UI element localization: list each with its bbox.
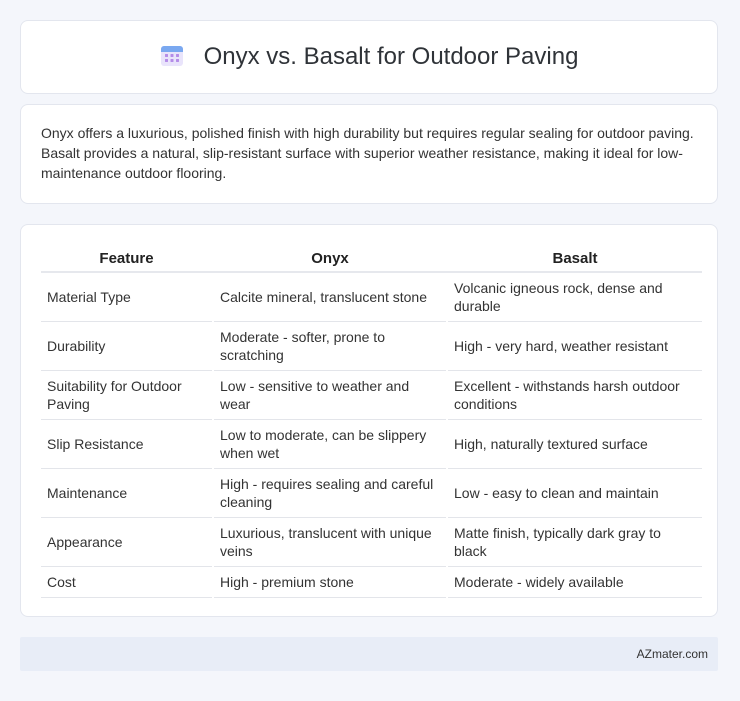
feature-cell: Appearance <box>41 517 213 567</box>
feature-cell: Suitability for Outdoor Paving <box>41 370 213 420</box>
table-row: Appearance Luxurious, translucent with u… <box>41 517 702 567</box>
comparison-table: Feature Onyx Basalt Material Type Calcit… <box>41 247 702 598</box>
table-row: Cost High - premium stone Moderate - wid… <box>41 566 702 598</box>
basalt-cell: Matte finish, typically dark gray to bla… <box>446 517 702 567</box>
footer-bar: AZmater.com <box>20 637 718 671</box>
onyx-cell: Low - sensitive to weather and wear <box>212 370 447 420</box>
summary-card: Onyx offers a luxurious, polished finish… <box>20 104 718 204</box>
table-header-row: Feature Onyx Basalt <box>41 247 702 273</box>
table-row: Material Type Calcite mineral, transluce… <box>41 272 702 322</box>
basalt-cell: Volcanic igneous rock, dense and durable <box>446 272 702 322</box>
onyx-cell: Low to moderate, can be slippery when we… <box>212 419 447 469</box>
column-header-basalt: Basalt <box>446 247 702 273</box>
onyx-cell: Calcite mineral, translucent stone <box>212 272 447 322</box>
table-row: Suitability for Outdoor Paving Low - sen… <box>41 370 702 420</box>
feature-cell: Slip Resistance <box>41 419 213 469</box>
header-card: Onyx vs. Basalt for Outdoor Paving <box>20 20 718 94</box>
basalt-cell: Low - easy to clean and maintain <box>446 468 702 518</box>
onyx-cell: High - premium stone <box>212 566 447 598</box>
feature-cell: Material Type <box>41 272 213 322</box>
feature-cell: Durability <box>41 321 213 371</box>
feature-cell: Cost <box>41 566 213 598</box>
onyx-cell: High - requires sealing and careful clea… <box>212 468 447 518</box>
comparison-card: Feature Onyx Basalt Material Type Calcit… <box>20 224 718 617</box>
table-row: Slip Resistance Low to moderate, can be … <box>41 419 702 469</box>
onyx-cell: Moderate - softer, prone to scratching <box>212 321 447 371</box>
onyx-cell: Luxurious, translucent with unique veins <box>212 517 447 567</box>
calendar-grid-icon <box>160 43 184 72</box>
column-header-onyx: Onyx <box>212 247 447 273</box>
basalt-cell: Moderate - widely available <box>446 566 702 598</box>
footer-brand: AZmater.com <box>636 647 708 661</box>
summary-text: Onyx offers a luxurious, polished finish… <box>41 125 694 181</box>
feature-cell: Maintenance <box>41 468 213 518</box>
table-row: Maintenance High - requires sealing and … <box>41 468 702 518</box>
page-title: Onyx vs. Basalt for Outdoor Paving <box>203 43 579 70</box>
table-row: Durability Moderate - softer, prone to s… <box>41 321 702 371</box>
column-header-feature: Feature <box>41 247 213 273</box>
basalt-cell: Excellent - withstands harsh outdoor con… <box>446 370 702 420</box>
basalt-cell: High, naturally textured surface <box>446 419 702 469</box>
basalt-cell: High - very hard, weather resistant <box>446 321 702 371</box>
